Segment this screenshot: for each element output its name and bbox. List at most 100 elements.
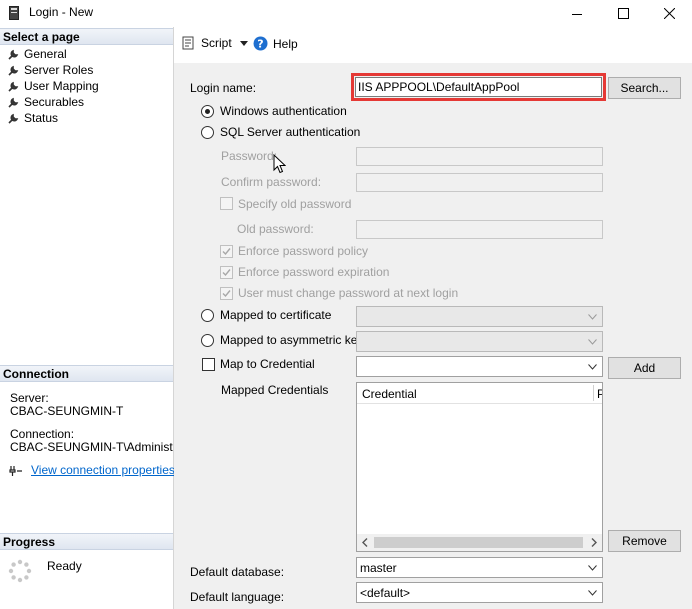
confirm-password-label: Confirm password: [221,175,322,189]
window-title: Login - New [29,5,94,19]
wrench-icon [8,97,19,108]
dropdown-arrow-icon [239,40,248,46]
page-item-label: Securables [24,95,85,109]
help-label: Help [273,36,298,51]
default-language-label: Default language: [190,590,285,604]
mapped-certificate-radio[interactable] [201,309,214,322]
general-page-form: Login name: Search... Windows authentica… [174,63,692,609]
mapped-certificate-label: Mapped to certificate [220,308,332,322]
search-button[interactable]: Search... [608,77,681,99]
title-bar: Login - New [0,0,692,28]
connection-label: Connection: [10,427,75,441]
scroll-right-icon [591,538,597,547]
sql-auth-radio[interactable] [201,126,214,139]
default-database-value: master [360,561,397,575]
confirm-password-field[interactable] [356,173,603,192]
windows-auth-radio[interactable] [201,105,214,118]
page-item-user-mapping[interactable]: User Mapping [8,78,99,94]
close-button[interactable] [646,0,692,27]
windows-auth-label: Windows authentication [220,104,347,118]
toolbar: Script ? Help [174,27,692,64]
wrench-icon [8,113,19,124]
sql-auth-label: SQL Server authentication [220,125,361,139]
mapped-credentials-label: Mapped Credentials [221,383,329,397]
progress-status: Ready [47,559,82,573]
connection-header: Connection [0,365,173,382]
help-icon: ? [253,36,268,51]
chevron-down-icon [588,313,597,320]
minimize-button[interactable] [554,0,600,27]
page-item-general[interactable]: General [8,46,67,62]
mouse-cursor-icon [273,154,286,174]
script-icon [182,36,194,50]
wrench-icon [8,65,19,76]
checkmark-icon [222,248,231,256]
enforce-policy-label: Enforce password policy [238,244,369,258]
map-credential-checkbox[interactable] [202,358,215,371]
default-database-combo[interactable]: master [356,557,603,578]
connection-value: CBAC-SEUNGMIN-T\Administrator [10,440,173,454]
chevron-down-icon [588,589,597,596]
column-header-credential[interactable]: Credential [362,387,417,401]
scrollbar-thumb[interactable] [374,537,583,548]
view-connection-properties-link[interactable]: View connection properties [31,463,175,477]
progress-spinner-icon [8,559,32,583]
scroll-left-icon [362,538,368,547]
chevron-down-icon [588,564,597,571]
remove-button[interactable]: Remove [608,530,681,552]
maximize-icon [617,8,629,19]
svg-text:?: ? [257,38,263,51]
page-item-label: Status [24,111,59,125]
page-item-label: User Mapping [24,79,99,93]
old-password-label: Old password: [237,222,314,236]
password-label: Password: [221,149,278,163]
default-language-value: <default> [360,586,411,600]
script-button[interactable]: Script [182,36,248,50]
mapped-asym-key-radio[interactable] [201,334,214,347]
map-credential-label: Map to Credential [220,357,315,371]
certificate-combo[interactable] [356,306,603,327]
chevron-down-icon [588,338,597,345]
grid-header: Credential P [357,383,602,404]
script-label: Script [201,36,232,50]
page-item-server-roles[interactable]: Server Roles [8,62,93,78]
page-item-label: General [24,47,67,61]
help-button[interactable]: ? Help [253,36,298,51]
maximize-button[interactable] [600,0,646,27]
wrench-icon [8,49,19,60]
close-icon [663,8,675,19]
column-divider [593,385,594,401]
select-page-header: Select a page [0,28,173,45]
minimize-icon [572,13,582,15]
mapped-credentials-grid[interactable]: Credential P [356,382,603,552]
chevron-down-icon [588,363,597,370]
connection-properties-icon [9,466,22,476]
page-item-label: Server Roles [24,63,94,77]
enforce-expiration-checkbox[interactable] [220,266,233,279]
app-icon [9,6,19,20]
default-database-label: Default database: [190,565,285,579]
progress-header: Progress [0,533,173,550]
specify-old-password-label: Specify old password [238,197,352,211]
asym-key-combo[interactable] [356,331,603,352]
login-name-input[interactable] [355,77,602,97]
column-header-provider[interactable]: P [597,387,602,401]
server-value: CBAC-SEUNGMIN-T [10,404,124,418]
add-button[interactable]: Add [608,357,681,379]
page-item-status[interactable]: Status [8,110,58,126]
enforce-policy-checkbox[interactable] [220,245,233,258]
default-language-combo[interactable]: <default> [356,582,603,603]
checkmark-icon [222,290,231,298]
wrench-icon [8,81,19,92]
credential-combo[interactable] [356,356,603,377]
page-item-securables[interactable]: Securables [8,94,84,110]
enforce-expiration-label: Enforce password expiration [238,265,390,279]
checkmark-icon [222,269,231,277]
must-change-checkbox[interactable] [220,287,233,300]
specify-old-password-checkbox[interactable] [220,197,233,210]
password-field[interactable] [356,147,603,166]
horizontal-scrollbar[interactable] [357,534,602,551]
server-label: Server: [10,391,49,405]
login-name-label: Login name: [190,81,257,95]
old-password-field[interactable] [356,220,603,239]
